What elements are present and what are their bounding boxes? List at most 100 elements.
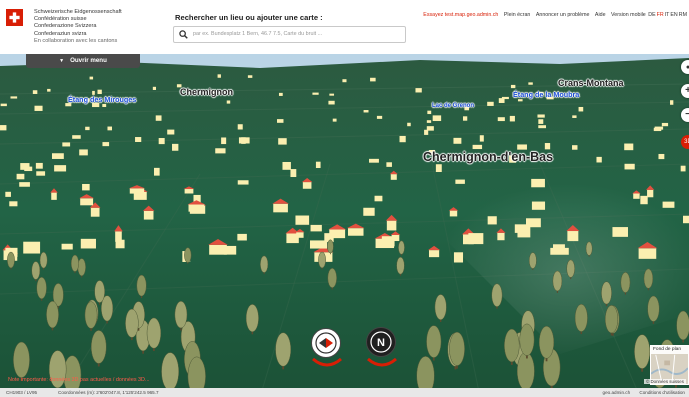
terms-link[interactable]: Conditions d'utilisation	[639, 390, 685, 395]
building	[624, 163, 635, 170]
building	[34, 105, 43, 111]
building	[0, 125, 7, 131]
building	[374, 195, 383, 202]
building	[238, 137, 250, 144]
building	[538, 125, 547, 129]
tilt-control[interactable]	[311, 328, 341, 358]
open-menu-label: Ouvrir menu	[70, 57, 107, 64]
building	[498, 98, 505, 103]
building	[10, 96, 18, 99]
test-site-link[interactable]: Essayez test.map.geo.admin.ch	[423, 12, 498, 18]
report-problem-link[interactable]: Annoncer un problème	[536, 12, 590, 18]
projection-select[interactable]: CH1903 / LV95	[6, 388, 37, 397]
map-label-etang-moubra: Étang de la Moubra	[513, 90, 580, 99]
building	[658, 153, 665, 160]
building	[172, 143, 179, 151]
federation-line-rm: Confederaziun svizra	[34, 30, 87, 37]
building	[386, 162, 392, 167]
map-label-crans-montana: Crans-Montana	[558, 78, 624, 88]
building	[36, 171, 46, 176]
building	[85, 126, 90, 131]
building	[510, 84, 516, 89]
status-bar: CH1903 / LV95 Coordonnées (m): 2'602'047…	[0, 388, 689, 397]
building	[381, 236, 395, 247]
lang-fr[interactable]: FR	[657, 12, 664, 18]
building	[332, 118, 337, 122]
building	[247, 75, 253, 78]
building	[415, 88, 422, 93]
search-box[interactable]	[173, 26, 406, 43]
building	[624, 143, 634, 151]
building	[282, 161, 291, 170]
building	[662, 201, 675, 208]
building	[154, 167, 160, 176]
building	[47, 88, 51, 92]
compass-control[interactable]: N	[366, 327, 396, 357]
building	[472, 144, 483, 150]
building	[363, 207, 375, 216]
building	[654, 126, 664, 130]
building	[370, 77, 376, 82]
coordinates-readout: Coordonnées (m): 2'602'047.8, 1'125'242.…	[58, 390, 159, 395]
building	[79, 149, 88, 156]
lang-en[interactable]: EN	[670, 12, 677, 18]
building	[9, 201, 18, 207]
building	[217, 74, 221, 78]
building	[517, 144, 527, 150]
map-3d-view[interactable]: Étang des Mirouges Chermignon Crans-Mont…	[0, 54, 689, 397]
caret-down-icon: ▼	[59, 58, 65, 64]
building	[596, 156, 602, 163]
building	[342, 79, 347, 83]
building	[278, 92, 283, 96]
fullscreen-link[interactable]: Plein écran	[504, 12, 531, 18]
building	[35, 162, 43, 169]
swiss-flag-logo	[6, 9, 23, 26]
svg-text:N: N	[377, 337, 385, 349]
building	[62, 142, 71, 147]
building	[509, 115, 515, 122]
building	[23, 241, 41, 254]
search-icon	[179, 30, 188, 39]
data-warning-text[interactable]: Note importante: données 3D pas actuelle…	[8, 377, 149, 383]
tree	[327, 239, 334, 255]
geo-admin-link[interactable]: geo.admin.ch	[603, 390, 631, 395]
building	[550, 247, 569, 255]
zoom-out-button[interactable]: −	[681, 108, 689, 122]
building	[537, 114, 545, 118]
building	[237, 124, 243, 130]
building	[435, 164, 442, 173]
building	[427, 110, 432, 115]
3d-toggle-button[interactable]: 3D	[681, 135, 689, 149]
north-reset-button[interactable]: ●	[681, 60, 689, 74]
lang-it[interactable]: IT	[665, 12, 670, 18]
building	[426, 120, 432, 123]
building	[328, 100, 335, 105]
building	[135, 137, 142, 142]
building	[315, 161, 321, 169]
building	[376, 115, 383, 119]
building	[278, 138, 287, 145]
building	[51, 153, 64, 159]
map-label-chermignon-en-bas: Chermignon-d'en-Bas	[423, 150, 554, 164]
building	[102, 103, 107, 108]
building	[237, 180, 249, 185]
rotate-right-arrows-icon[interactable]	[365, 356, 399, 372]
building	[670, 100, 674, 105]
building	[215, 148, 226, 154]
rotate-left-arrows-icon[interactable]	[310, 356, 344, 372]
search-input[interactable]	[193, 28, 398, 40]
lang-de[interactable]: DE	[648, 12, 655, 18]
building	[572, 115, 577, 118]
open-menu-button[interactable]: ▼ Ouvrir menu	[26, 54, 140, 68]
building	[578, 106, 584, 112]
mobile-version-link[interactable]: Version mobile	[611, 12, 646, 18]
building	[479, 135, 484, 142]
building	[453, 137, 462, 144]
building	[426, 126, 434, 131]
help-link[interactable]: Aide	[595, 12, 606, 18]
background-title: Fond de plan	[651, 346, 688, 354]
lang-rm[interactable]: RM	[679, 12, 687, 18]
building	[80, 238, 96, 249]
collab-text: En collaboration avec les cantons	[34, 37, 118, 44]
zoom-in-button[interactable]: +	[681, 84, 689, 98]
